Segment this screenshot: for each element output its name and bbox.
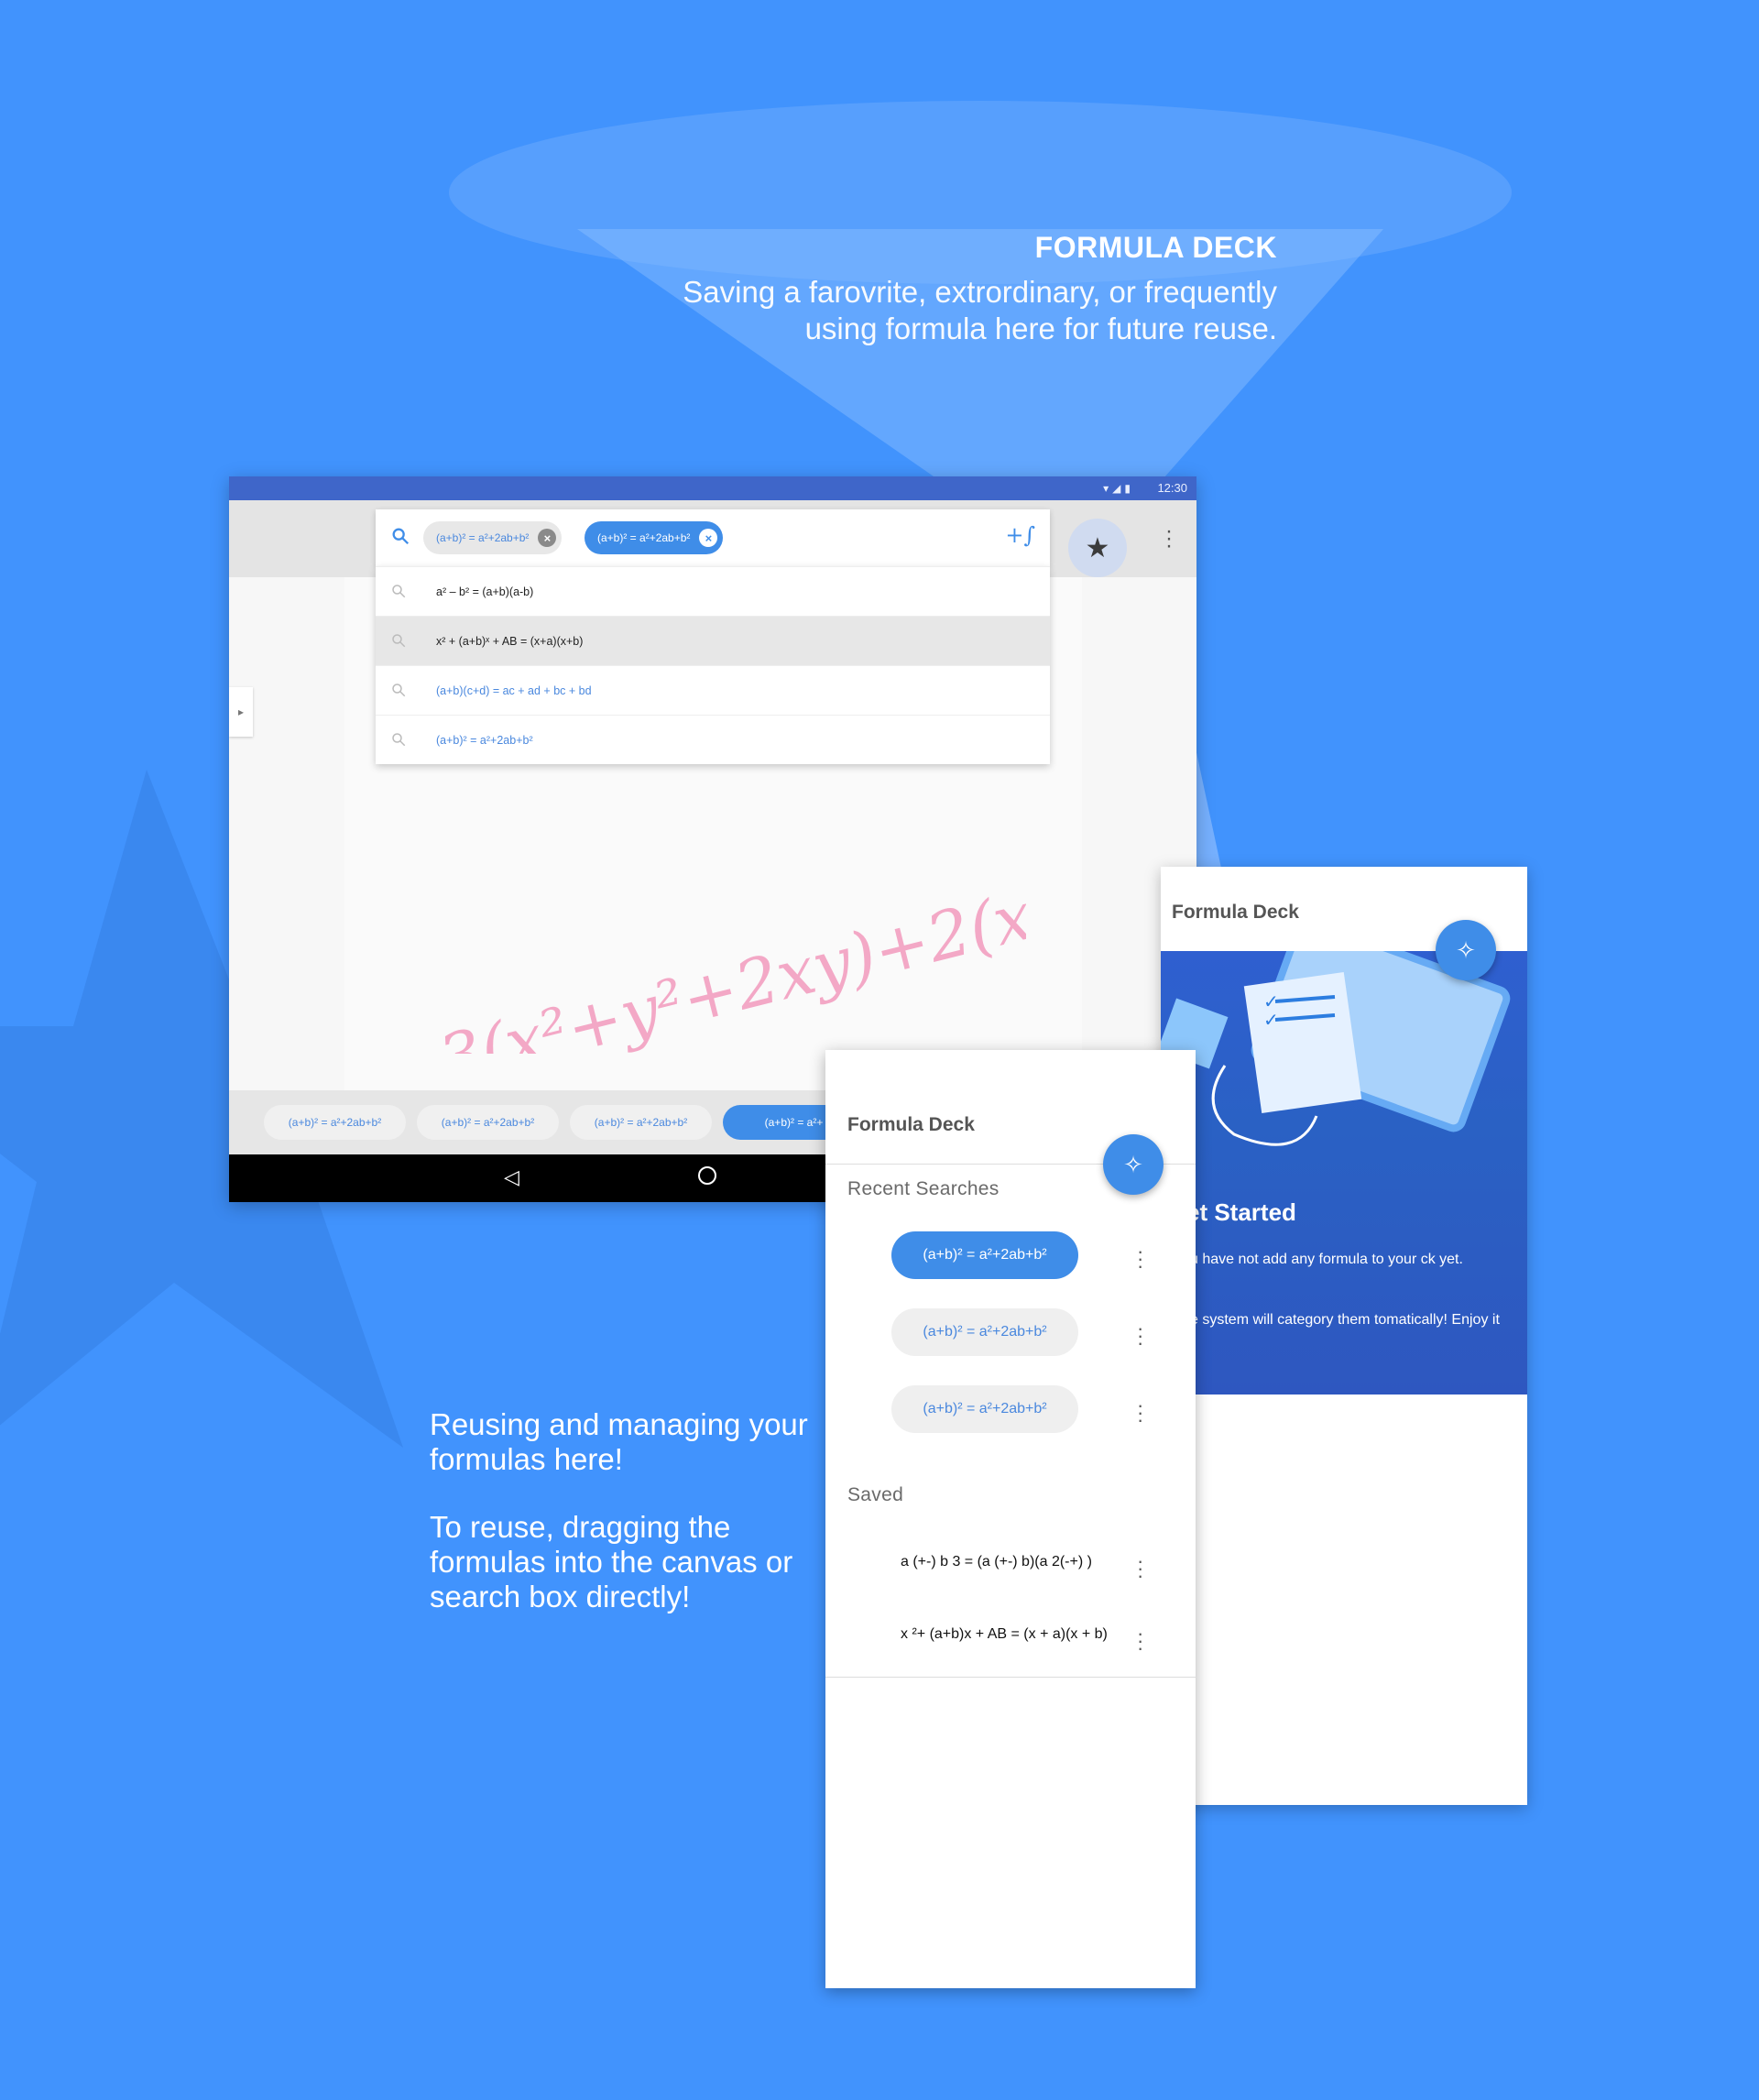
suggestion-item[interactable]: (a+b)(c+d) = ac + ad + bc + bd	[376, 665, 1050, 715]
formula-search-box[interactable]: (a+b)² = a²+2ab+b² × (a+b)² = a²+2ab+b² …	[376, 509, 1050, 566]
magic-wand-icon: ✧	[1123, 1150, 1143, 1178]
formula-input-icon[interactable]: +∫	[1005, 522, 1035, 548]
search-chip-active[interactable]: (a+b)² = a²+2ab+b² ×	[585, 521, 724, 554]
search-icon	[392, 733, 406, 747]
suggestion-text: x² + (a+b)ˣ + AB = (x+a)(x+b)	[436, 634, 584, 648]
search-chip-label: (a+b)² = a²+2ab+b²	[597, 531, 691, 544]
divider	[825, 1677, 1196, 1678]
star-icon: ★	[1085, 532, 1110, 563]
formula-deck-star-button[interactable]: ★	[1068, 519, 1127, 577]
magic-wand-button[interactable]: ✧	[1436, 920, 1496, 980]
recent-search-chip[interactable]: (a+b)² = a²+2ab+b²	[891, 1385, 1078, 1433]
empty-state-text: u have not add any formula to your ck ye…	[1190, 1252, 1463, 1267]
formula-chip[interactable]: (a+b)² = a²+2ab+b²	[570, 1105, 712, 1140]
hero-desc-line1: Saving a farovrite, extrordinary, or fre…	[683, 275, 1277, 309]
search-icon	[392, 585, 406, 598]
suggestion-text: (a+b)(c+d) = ac + ad + bc + bd	[436, 684, 592, 697]
formula-chip[interactable]: (a+b)² = a²+2ab+b²	[264, 1105, 406, 1140]
suggestion-item[interactable]: a² – b² = (a+b)(a-b)	[376, 566, 1050, 616]
magic-wand-icon: ✧	[1456, 935, 1476, 964]
recent-searches-heading: Recent Searches	[847, 1178, 1000, 1199]
recent-search-chip[interactable]: (a+b)² = a²+2ab+b²	[891, 1231, 1078, 1279]
recent-search-chip[interactable]: (a+b)² = a²+2ab+b²	[891, 1308, 1078, 1356]
overflow-menu-icon[interactable]: · · ·	[1165, 520, 1173, 557]
search-icon[interactable]	[390, 526, 410, 546]
panel-title: Formula Deck	[1172, 902, 1299, 923]
panel-title: Formula Deck	[847, 1114, 975, 1135]
back-icon[interactable]: ◁	[504, 1165, 519, 1189]
more-options-icon[interactable]: · · ·	[1137, 1241, 1143, 1276]
saved-heading: Saved	[847, 1484, 904, 1505]
remove-chip-icon[interactable]: ×	[538, 529, 557, 547]
formula-deck-panel: Formula Deck ✧ Recent Searches (a+b)² = …	[825, 1050, 1196, 1988]
formula-chip[interactable]: (a+b)² = a²+2ab+b²	[417, 1105, 559, 1140]
saved-formula[interactable]: a (+-) b 3 = (a (+-) b)(a 2(-+) )	[901, 1554, 1092, 1570]
saved-formula[interactable]: x ²+ (a+b)x + AB = (x + a)(x + b)	[901, 1626, 1108, 1643]
hero-description: Saving a farovrite, extrordinary, or fre…	[683, 274, 1277, 347]
search-icon	[392, 634, 406, 648]
status-bar: ▾◢▮ 12:30	[229, 476, 1196, 500]
search-suggestions: a² – b² = (a+b)(a-b) x² + (a+b)ˣ + AB = …	[376, 566, 1050, 764]
home-icon[interactable]	[698, 1166, 716, 1185]
suggestion-text: a² – b² = (a+b)(a-b)	[436, 585, 534, 598]
search-chip-label: (a+b)² = a²+2ab+b²	[436, 531, 530, 544]
documents-illustration: ✓ ✓	[1161, 951, 1511, 1146]
feature-text-2: To reuse, dragging the formulas into the…	[430, 1510, 793, 1613]
handwriting-text: 3(x²+y²+2xy)+2(x+y)	[432, 848, 1026, 1054]
suggestion-item[interactable]: x² + (a+b)ˣ + AB = (x+a)(x+b)	[376, 616, 1050, 665]
hero-desc-line2: using formula here for future reuse.	[804, 312, 1277, 345]
hero-copy: FORMULA DECK Saving a farovrite, extrord…	[683, 231, 1277, 347]
remove-chip-icon[interactable]: ×	[699, 529, 718, 547]
magic-wand-button[interactable]: ✧	[1103, 1134, 1164, 1195]
side-panel-toggle[interactable]: ▸	[229, 687, 253, 737]
get-started-heading: et Started	[1186, 1198, 1296, 1226]
handwritten-formula: 3(x²+y²+2xy)+2(x+y)	[432, 848, 1026, 1054]
more-options-icon[interactable]: · · ·	[1137, 1624, 1143, 1658]
search-icon	[392, 684, 406, 697]
svg-text:✓: ✓	[1263, 1009, 1279, 1031]
status-time: 12:30	[1157, 481, 1187, 495]
feature-description: Reusing and managing your formulas here!…	[430, 1407, 851, 1647]
formula-deck-empty-panel: Formula Deck ✓ ✓ et Started u have not a…	[1161, 867, 1527, 1805]
more-options-icon[interactable]: · · ·	[1137, 1395, 1143, 1430]
suggestion-text: (a+b)² = a²+2ab+b²	[436, 733, 533, 747]
more-options-icon[interactable]: · · ·	[1137, 1551, 1143, 1586]
more-options-icon[interactable]: · · ·	[1137, 1318, 1143, 1353]
feature-text-1: Reusing and managing your formulas here!	[430, 1407, 808, 1476]
hero-title: FORMULA DECK	[1034, 231, 1277, 264]
search-chip[interactable]: (a+b)² = a²+2ab+b² ×	[423, 521, 563, 554]
status-icons: ▾◢▮	[1103, 482, 1134, 495]
empty-state-text: e system will category them tomatically!…	[1190, 1312, 1500, 1348]
suggestion-item[interactable]: (a+b)² = a²+2ab+b²	[376, 715, 1050, 764]
